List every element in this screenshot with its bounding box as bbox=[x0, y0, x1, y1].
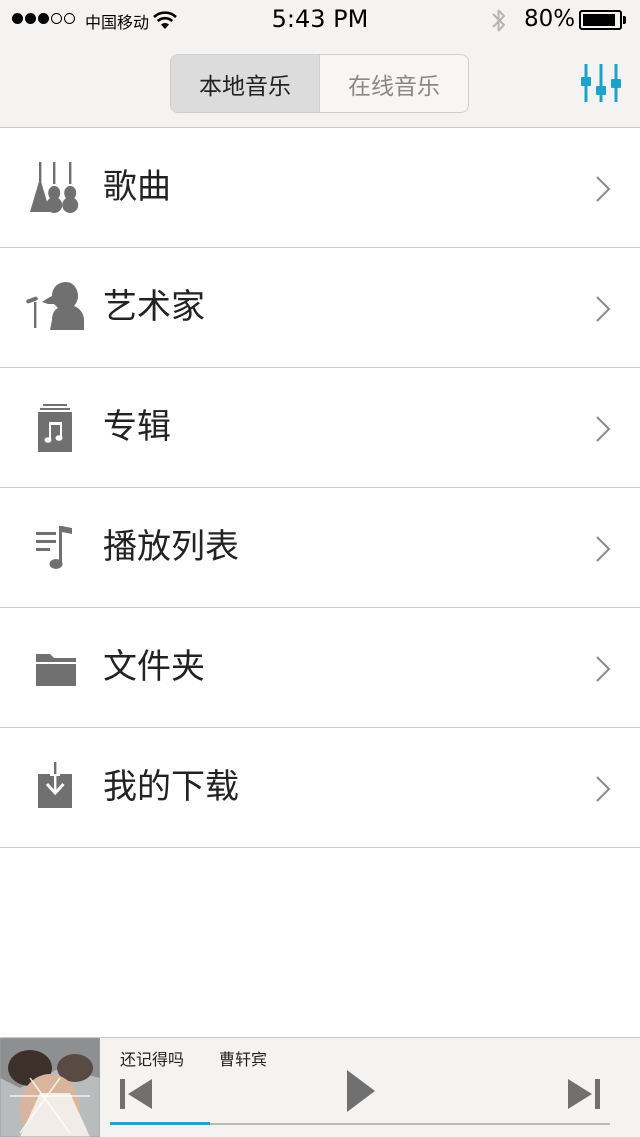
previous-track-icon[interactable] bbox=[118, 1076, 154, 1112]
album-icon bbox=[38, 404, 72, 452]
download-icon bbox=[38, 762, 72, 808]
mini-player: 还记得吗 曹轩宾 bbox=[0, 1037, 640, 1137]
menu-item-label: 播放列表 bbox=[103, 527, 239, 567]
playlist-icon bbox=[36, 526, 72, 569]
folder-icon bbox=[36, 654, 76, 686]
equalizer-icon[interactable] bbox=[578, 62, 624, 104]
menu-item-label: 我的下载 bbox=[103, 767, 239, 807]
menu-item-label: 艺术家 bbox=[103, 287, 205, 327]
tab-local-music[interactable]: 本地音乐 bbox=[171, 55, 319, 112]
playback-progress-fill bbox=[110, 1122, 210, 1125]
battery-tip bbox=[623, 16, 626, 24]
chevron-right-icon bbox=[596, 296, 611, 322]
track-title: 还记得吗 bbox=[120, 1050, 185, 1069]
nav-bar: 本地音乐 在线音乐 bbox=[0, 40, 640, 128]
menu-item-folders[interactable]: 文件夹 bbox=[0, 608, 640, 728]
bluetooth-icon bbox=[492, 9, 505, 32]
menu-item-albums[interactable]: 专辑 bbox=[0, 368, 640, 488]
chevron-right-icon bbox=[596, 536, 611, 562]
next-track-icon[interactable] bbox=[566, 1076, 602, 1112]
chevron-right-icon bbox=[596, 776, 611, 802]
menu-item-songs[interactable]: 歌曲 bbox=[0, 128, 640, 248]
chevron-right-icon bbox=[596, 416, 611, 442]
menu-item-label: 专辑 bbox=[103, 407, 171, 447]
menu-item-playlists[interactable]: 播放列表 bbox=[0, 488, 640, 608]
track-artist: 曹轩宾 bbox=[219, 1050, 268, 1069]
guitars-icon bbox=[30, 162, 79, 213]
playback-progress-bar[interactable] bbox=[110, 1122, 610, 1125]
library-menu: 歌曲 艺术家 专辑 播放列表 文件夹 我的下载 bbox=[0, 128, 640, 848]
battery-icon bbox=[579, 10, 622, 30]
menu-item-downloads[interactable]: 我的下载 bbox=[0, 728, 640, 848]
menu-item-label: 文件夹 bbox=[103, 647, 205, 687]
chevron-right-icon bbox=[596, 656, 611, 682]
menu-item-artists[interactable]: 艺术家 bbox=[0, 248, 640, 368]
source-segmented-control: 本地音乐 在线音乐 bbox=[170, 54, 469, 113]
tab-online-music[interactable]: 在线音乐 bbox=[319, 55, 468, 112]
chevron-right-icon bbox=[596, 176, 611, 202]
status-bar: 中国移动 5:43 PM 80% bbox=[0, 0, 640, 40]
play-icon[interactable] bbox=[344, 1068, 378, 1114]
battery-level bbox=[583, 14, 615, 26]
singer-icon bbox=[26, 282, 84, 330]
menu-item-label: 歌曲 bbox=[103, 167, 171, 207]
album-art[interactable] bbox=[0, 1038, 100, 1137]
battery-percent: 80% bbox=[524, 6, 576, 32]
